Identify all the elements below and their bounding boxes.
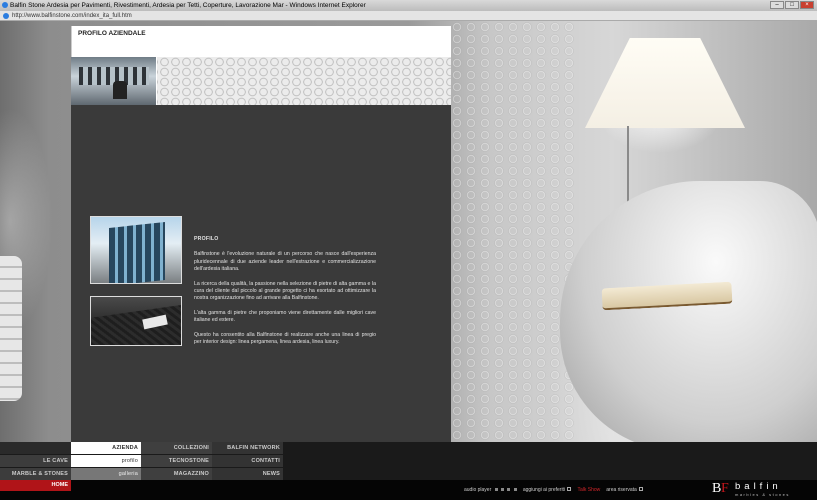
brand-tagline: marbles & stones: [735, 492, 790, 497]
menu-home[interactable]: HOME: [0, 480, 71, 491]
profile-paragraph: Balfinstone è l'evoluzione naturale di u…: [194, 251, 376, 273]
profile-paragraph: L'alta gamma di pietre che proponiamo vi…: [194, 309, 376, 324]
add-favorites-text[interactable]: aggiungi ai preferiti: [523, 487, 565, 493]
brand-name: balfin: [735, 481, 782, 492]
menu-collezioni[interactable]: COLLEZIONI: [141, 442, 212, 454]
menu-news[interactable]: NEWS: [212, 468, 283, 480]
menu-marble-stones[interactable]: MARBLE & STONES: [0, 468, 71, 480]
menu-azienda[interactable]: AZIENDA: [71, 442, 141, 454]
menu-balfin-network[interactable]: BALFIN NETWORK: [212, 442, 283, 454]
menu-contatti[interactable]: CONTATTI: [212, 455, 283, 467]
menu-tecnostone[interactable]: TECNOSTONE: [141, 455, 212, 467]
profile-text: PROFILO Balfinstone è l'evoluzione natur…: [194, 236, 376, 353]
footer-bar: HOME audio player aggiungi ai preferiti …: [0, 480, 817, 500]
submenu-profilo[interactable]: profilo: [71, 455, 141, 467]
close-button[interactable]: ×: [800, 1, 814, 9]
office-photo: [71, 57, 157, 105]
brand-wordmark: balfin marbles & stones: [735, 481, 790, 498]
play-icon[interactable]: [494, 488, 498, 491]
add-favorites-link[interactable]: aggiungi ai preferiti: [523, 487, 572, 493]
window-controls: – □ ×: [770, 1, 814, 9]
brand-logo[interactable]: BF balfin marbles & stones: [712, 481, 790, 498]
towels-image: [0, 256, 22, 401]
audio-player-label: audio player: [464, 487, 517, 493]
content-panel: PROFILO Balfinstone è l'evoluzione natur…: [71, 105, 451, 443]
maximize-button[interactable]: □: [785, 1, 799, 9]
page-title: PROFILO AZIENDALE: [78, 30, 146, 37]
address-url[interactable]: http://www.balfinstone.com/index_ita_ful…: [12, 13, 132, 19]
minimize-button[interactable]: –: [770, 1, 784, 9]
background-wall-pattern: [450, 21, 575, 441]
submenu-galleria[interactable]: galleria: [71, 468, 141, 480]
favorites-icon[interactable]: [567, 487, 572, 491]
stop-icon[interactable]: [507, 488, 511, 491]
reserved-area-link[interactable]: area riservata: [606, 487, 644, 493]
main-menu: AZIENDA COLLEZIONI BALFIN NETWORK LE CAV…: [0, 442, 817, 480]
red-link[interactable]: Talk Show: [577, 487, 600, 493]
window-title: Balfin Stone Ardesia per Pavimenti, Rive…: [10, 2, 366, 9]
ie-icon: [2, 2, 8, 8]
reserved-area-text[interactable]: area riservata: [606, 487, 637, 493]
profile-paragraph: Questo ha consentito alla Balfinstone di…: [194, 331, 376, 346]
page-icon: [3, 13, 9, 19]
header-panel: PROFILO AZIENDALE: [71, 26, 451, 57]
address-bar[interactable]: http://www.balfinstone.com/index_ita_ful…: [0, 11, 817, 21]
volume-icon[interactable]: [513, 488, 517, 491]
audio-player-text: audio player: [464, 487, 492, 493]
logo-mark: BF: [712, 481, 729, 496]
menu-spacer: [0, 442, 71, 454]
web-page: PROFILO AZIENDALE PROFILO Balfinstone è …: [0, 21, 817, 500]
profile-paragraph: La ricerca della qualità, la passione ne…: [194, 280, 376, 302]
profile-title: PROFILO: [194, 236, 219, 242]
window-titlebar: Balfin Stone Ardesia per Pavimenti, Rive…: [0, 0, 817, 11]
lock-icon[interactable]: [639, 487, 644, 491]
menu-le-cave[interactable]: LE CAVE: [0, 455, 71, 467]
pause-icon[interactable]: [501, 488, 505, 491]
building-photo: [90, 216, 182, 284]
footer-links: audio player aggiungi ai preferiti Talk …: [464, 487, 644, 493]
menu-magazzino[interactable]: MAGAZZINO: [141, 468, 212, 480]
stone-table-photo: [90, 296, 182, 346]
